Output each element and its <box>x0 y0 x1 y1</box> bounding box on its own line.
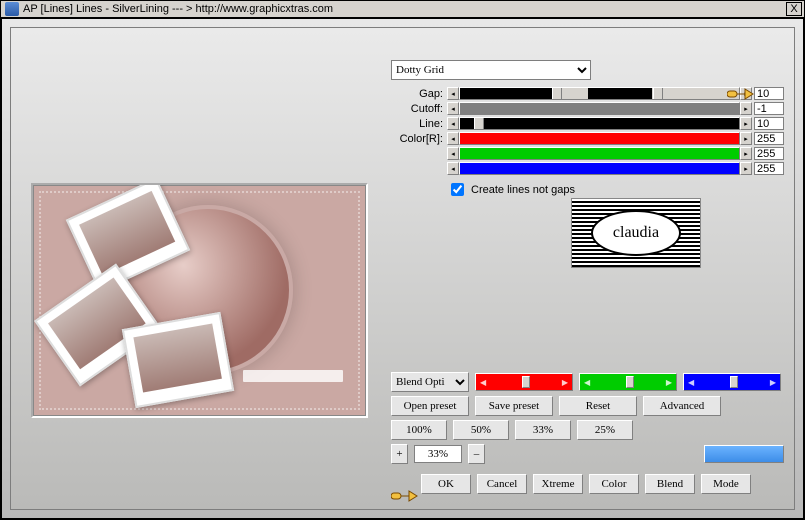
cutoff-track[interactable] <box>459 102 740 115</box>
g-increment[interactable]: ▸ <box>740 147 752 160</box>
b-track[interactable] <box>459 162 740 175</box>
gap-handle-2[interactable] <box>653 88 663 99</box>
gap-track[interactable] <box>459 87 740 100</box>
slider-row-cutoff: Cutoff: ◂ ▸ -1 <box>391 101 784 116</box>
triangle-right-icon: ▶ <box>666 378 672 387</box>
rgb-handle-red[interactable] <box>522 376 530 388</box>
slider-label-gap: Gap: <box>391 88 447 100</box>
r-value[interactable]: 255 <box>754 132 784 145</box>
g-decrement[interactable]: ◂ <box>447 147 459 160</box>
triangle-left-icon: ◀ <box>584 378 590 387</box>
preview-photo-3 <box>122 312 234 408</box>
logo-text: claudia <box>591 210 681 256</box>
pointer-hand-icon <box>391 487 419 505</box>
sliders-group: Gap: ◂ ▸ 10 Cutoff: ◂ <box>391 86 784 176</box>
line-fill <box>460 118 739 129</box>
slider-row-color-b: ◂ ▸ 255 <box>391 161 784 176</box>
b-value[interactable]: 255 <box>754 162 784 175</box>
zoom-50-button[interactable]: 50% <box>453 420 509 440</box>
zoom-value[interactable]: 33% <box>414 445 462 463</box>
cutoff-fill <box>460 103 739 114</box>
ok-button[interactable]: OK <box>421 474 471 494</box>
blend-button[interactable]: Blend <box>645 474 695 494</box>
cutoff-increment[interactable]: ▸ <box>740 102 752 115</box>
g-track[interactable] <box>459 147 740 160</box>
controls-panel: Dotty Grid Gap: ◂ ▸ 10 <box>391 60 784 199</box>
save-preset-button[interactable]: Save preset <box>475 396 553 416</box>
triangle-left-icon: ◀ <box>480 378 486 387</box>
checkbox-row: Create lines not gaps <box>447 180 784 199</box>
r-decrement[interactable]: ◂ <box>447 132 459 145</box>
inner-frame: Dotty Grid Gap: ◂ ▸ 10 <box>10 27 795 510</box>
zoom-25-button[interactable]: 25% <box>577 420 633 440</box>
r-fill <box>460 133 739 144</box>
color-button[interactable]: Color <box>589 474 639 494</box>
xtreme-button[interactable]: Xtreme <box>533 474 583 494</box>
zoom-33-button[interactable]: 33% <box>515 420 571 440</box>
open-preset-button[interactable]: Open preset <box>391 396 469 416</box>
zoom-in-button[interactable]: + <box>391 444 408 464</box>
gap-fill-1 <box>460 88 552 99</box>
line-increment[interactable]: ▸ <box>740 117 752 130</box>
preset-dropdown[interactable]: Dotty Grid <box>391 60 591 80</box>
line-decrement[interactable]: ◂ <box>447 117 459 130</box>
preview-white-bar <box>243 370 343 382</box>
slider-label-line: Line: <box>391 118 447 130</box>
rgb-slider-blue[interactable]: ◀ ▶ <box>683 373 781 391</box>
color-swatch[interactable] <box>704 445 784 463</box>
slider-row-color-r: Color[R]: ◂ ▸ 255 <box>391 131 784 146</box>
triangle-left-icon: ◀ <box>688 378 694 387</box>
b-increment[interactable]: ▸ <box>740 162 752 175</box>
slider-row-color-g: ◂ ▸ 255 <box>391 146 784 161</box>
g-fill <box>460 148 739 159</box>
blend-mode-dropdown[interactable]: Blend Opti <box>391 372 469 392</box>
cutoff-decrement[interactable]: ◂ <box>447 102 459 115</box>
cutoff-value[interactable]: -1 <box>754 102 784 115</box>
plugin-window: AP [Lines] Lines - SilverLining --- > ht… <box>0 0 805 520</box>
zoom-out-button[interactable]: – <box>468 444 485 464</box>
b-fill <box>460 163 739 174</box>
bottom-panel: Blend Opti ◀ ▶ ◀ ▶ ◀ ▶ <box>391 368 784 494</box>
logo-box: claudia <box>571 198 701 268</box>
gap-value[interactable]: 10 <box>754 87 784 100</box>
slider-row-line: Line: ◂ ▸ 10 <box>391 116 784 131</box>
rgb-handle-green[interactable] <box>626 376 634 388</box>
pointer-hand-icon <box>727 85 755 103</box>
line-value[interactable]: 10 <box>754 117 784 130</box>
mode-button[interactable]: Mode <box>701 474 751 494</box>
advanced-button[interactable]: Advanced <box>643 396 721 416</box>
r-increment[interactable]: ▸ <box>740 132 752 145</box>
cancel-button[interactable]: Cancel <box>477 474 527 494</box>
client-area: Dotty Grid Gap: ◂ ▸ 10 <box>1 18 804 519</box>
line-handle[interactable] <box>474 118 484 129</box>
preview-image <box>31 183 368 418</box>
b-decrement[interactable]: ◂ <box>447 162 459 175</box>
slider-label-cutoff: Cutoff: <box>391 103 447 115</box>
close-button[interactable]: X <box>786 2 802 16</box>
slider-row-gap: Gap: ◂ ▸ 10 <box>391 86 784 101</box>
create-lines-label: Create lines not gaps <box>471 184 575 196</box>
rgb-handle-blue[interactable] <box>730 376 738 388</box>
gap-fill-2 <box>588 88 652 99</box>
create-lines-checkbox[interactable] <box>451 183 464 196</box>
triangle-right-icon: ▶ <box>562 378 568 387</box>
triangle-right-icon: ▶ <box>770 378 776 387</box>
reset-button[interactable]: Reset <box>559 396 637 416</box>
app-icon <box>5 2 19 16</box>
line-track[interactable] <box>459 117 740 130</box>
slider-label-color-r: Color[R]: <box>391 133 447 145</box>
rgb-slider-red[interactable]: ◀ ▶ <box>475 373 573 391</box>
window-title: AP [Lines] Lines - SilverLining --- > ht… <box>23 3 333 15</box>
titlebar: AP [Lines] Lines - SilverLining --- > ht… <box>0 0 805 18</box>
zoom-100-button[interactable]: 100% <box>391 420 447 440</box>
r-track[interactable] <box>459 132 740 145</box>
g-value[interactable]: 255 <box>754 147 784 160</box>
rgb-slider-green[interactable]: ◀ ▶ <box>579 373 677 391</box>
gap-handle-1[interactable] <box>552 88 562 99</box>
gap-decrement[interactable]: ◂ <box>447 87 459 100</box>
